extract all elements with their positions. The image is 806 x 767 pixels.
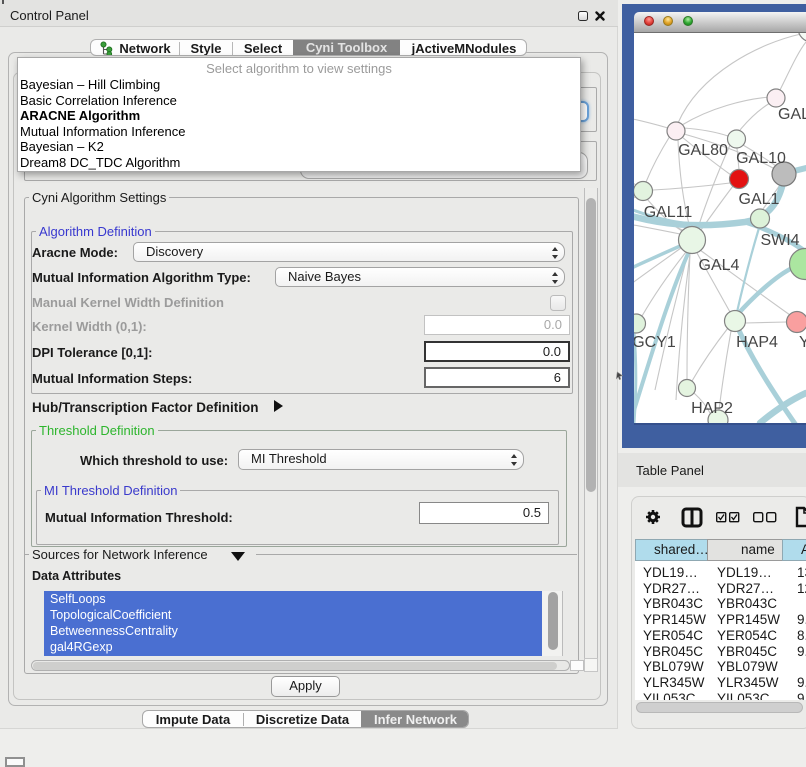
svg-text:HAP4: HAP4: [736, 334, 778, 351]
svg-text:GAL10: GAL10: [736, 150, 786, 167]
svg-text:GAL11: GAL11: [644, 204, 693, 221]
svg-text:GAL80: GAL80: [678, 142, 728, 159]
svg-text:HAP2: HAP2: [691, 400, 733, 417]
svg-text:GAL1: GAL1: [739, 191, 780, 208]
svg-text:SWI4: SWI4: [760, 232, 799, 249]
svg-text:YJL: YJL: [799, 334, 806, 351]
svg-text:GAL2: GAL2: [778, 106, 806, 123]
svg-text:GCY1: GCY1: [634, 334, 676, 351]
svg-text:GAL4: GAL4: [699, 257, 740, 274]
